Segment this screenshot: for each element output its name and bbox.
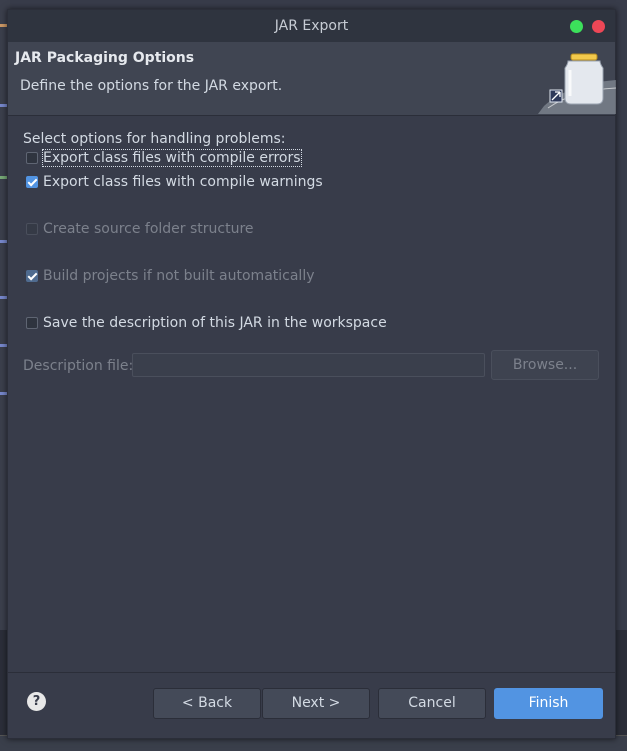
jar-export-dialog: JAR Export JAR Packaging Options Define …	[7, 9, 616, 739]
page-title: JAR Packaging Options	[15, 50, 195, 66]
problems-section-label: Select options for handling problems:	[23, 131, 286, 147]
checkbox-label: Export class files with compile warnings	[43, 174, 323, 190]
checkbox-label: Export class files with compile errors	[42, 149, 302, 167]
checkbox-box[interactable]	[26, 176, 38, 188]
checkbox-label: Save the description of this JAR in the …	[43, 315, 387, 331]
back-button[interactable]: < Back	[153, 688, 261, 719]
footer-separator	[8, 672, 615, 673]
jar-icon	[538, 53, 616, 114]
checkbox-label: Create source folder structure	[43, 221, 254, 237]
cancel-button[interactable]: Cancel	[378, 688, 486, 719]
title-bar[interactable]: JAR Export	[8, 10, 615, 42]
checkbox-box[interactable]	[26, 152, 38, 164]
window-title: JAR Export	[274, 18, 349, 34]
export-errors-checkbox[interactable]: Export class files with compile errors	[26, 148, 302, 168]
finish-button[interactable]: Finish	[494, 688, 603, 719]
next-button[interactable]: Next >	[262, 688, 370, 719]
maximize-button[interactable]	[570, 20, 583, 33]
description-file-label: Description file:	[23, 358, 134, 374]
wizard-header: JAR Packaging Options Define the options…	[8, 42, 616, 116]
checkbox-box	[26, 270, 38, 282]
description-file-input	[132, 353, 485, 377]
checkbox-box	[26, 223, 38, 235]
page-description: Define the options for the JAR export.	[20, 78, 283, 94]
source-folder-checkbox: Create source folder structure	[26, 219, 254, 239]
close-button[interactable]	[592, 20, 605, 33]
browse-button: Browse...	[491, 350, 599, 380]
build-projects-checkbox: Build projects if not built automaticall…	[26, 266, 315, 286]
help-icon[interactable]: ?	[27, 692, 46, 711]
options-panel: Select options for handling problems: Ex…	[8, 116, 615, 672]
checkbox-box[interactable]	[26, 317, 38, 329]
export-warnings-checkbox[interactable]: Export class files with compile warnings	[26, 172, 323, 192]
checkbox-label: Build projects if not built automaticall…	[43, 268, 315, 284]
save-description-checkbox[interactable]: Save the description of this JAR in the …	[26, 313, 387, 333]
